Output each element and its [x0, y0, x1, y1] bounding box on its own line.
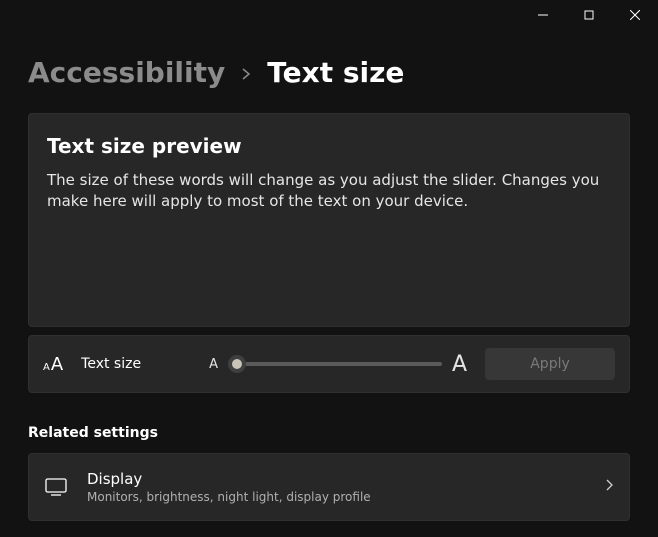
apply-button[interactable]: Apply: [485, 348, 615, 380]
close-button[interactable]: [612, 0, 658, 30]
related-display-link[interactable]: Display Monitors, brightness, night ligh…: [28, 453, 630, 521]
slider-label: Text size: [81, 356, 141, 372]
page-title: Text size: [267, 56, 404, 89]
text-size-icon: AA: [43, 354, 63, 375]
chevron-right-icon: [241, 61, 251, 84]
window-titlebar: [0, 0, 658, 32]
slider-min-marker: A: [209, 357, 218, 372]
breadcrumb: Accessibility Text size: [28, 56, 630, 89]
related-settings-heading: Related settings: [28, 425, 630, 441]
text-size-slider-row: AA Text size A A Apply: [28, 335, 630, 393]
window-controls: [520, 0, 658, 30]
close-icon: [630, 10, 640, 20]
maximize-icon: [584, 10, 594, 20]
slider-thumb[interactable]: [228, 355, 246, 373]
slider-max-marker: A: [452, 352, 467, 377]
related-display-title: Display: [87, 470, 585, 488]
preview-title: Text size preview: [47, 134, 611, 158]
maximize-button[interactable]: [566, 0, 612, 30]
monitor-icon: [45, 478, 67, 496]
minimize-button[interactable]: [520, 0, 566, 30]
related-display-subtitle: Monitors, brightness, night light, displ…: [87, 490, 585, 504]
preview-body: The size of these words will change as y…: [47, 170, 611, 212]
text-size-slider[interactable]: [228, 362, 442, 366]
minimize-icon: [538, 10, 548, 20]
text-size-preview-panel: Text size preview The size of these word…: [28, 113, 630, 327]
slider-control: A A: [209, 352, 467, 377]
related-display-text: Display Monitors, brightness, night ligh…: [87, 470, 585, 504]
breadcrumb-parent[interactable]: Accessibility: [28, 56, 225, 89]
chevron-right-icon: [605, 479, 613, 495]
